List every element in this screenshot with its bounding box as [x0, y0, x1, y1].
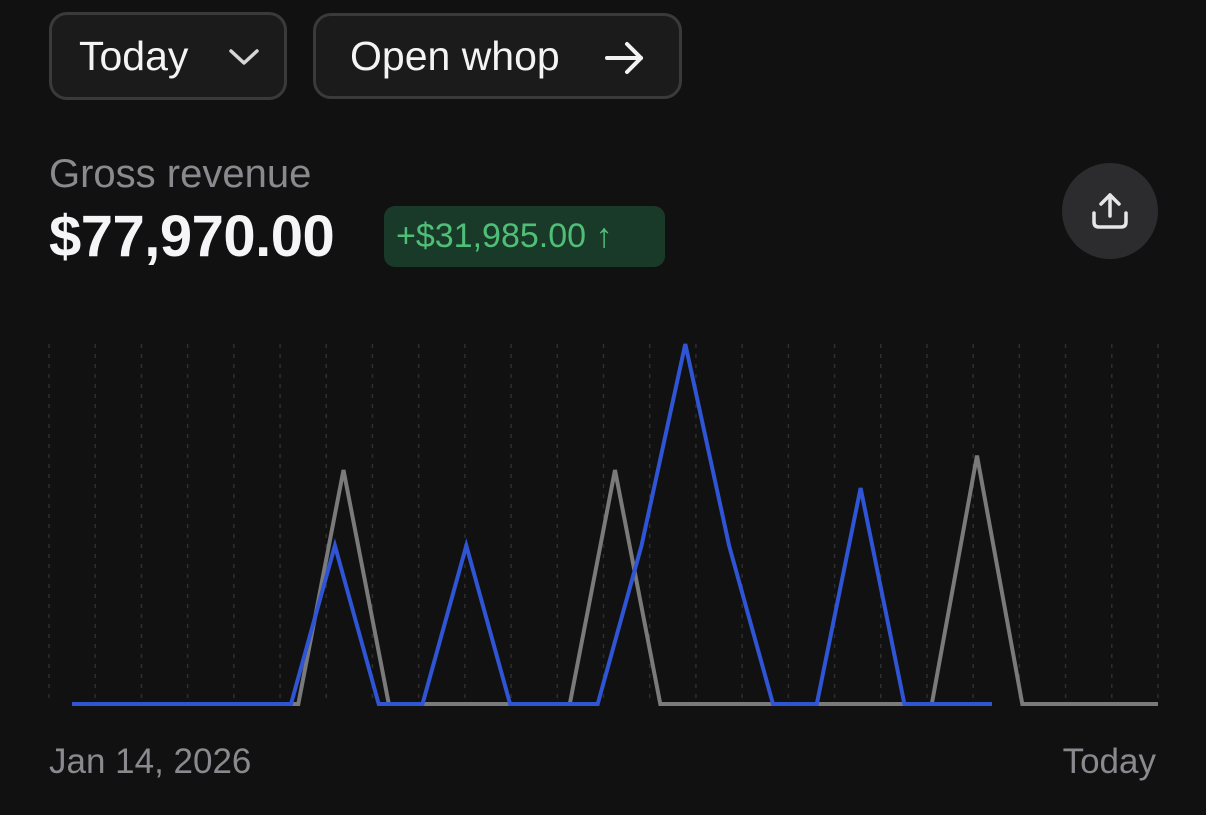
- previous-series-line: [72, 455, 1158, 706]
- share-icon: [1092, 193, 1128, 229]
- metric-value: $77,970.00: [49, 204, 335, 269]
- x-axis-end-label: Today: [1062, 742, 1156, 781]
- open-whop-button[interactable]: Open whop: [313, 13, 682, 99]
- range-label: Today: [79, 32, 189, 79]
- arrow-right-icon: [605, 42, 643, 74]
- delta-text: +$31,985.00 ↑: [396, 217, 613, 255]
- range-dropdown[interactable]: Today: [49, 12, 287, 100]
- open-whop-label: Open whop: [350, 32, 560, 79]
- delta-badge: +$31,985.00 ↑: [384, 206, 665, 267]
- current-series-line: [72, 343, 992, 706]
- share-button[interactable]: [1062, 163, 1158, 259]
- revenue-chart: [48, 343, 1159, 706]
- x-axis-start-label: Jan 14, 2026: [49, 742, 252, 781]
- metric-label: Gross revenue: [49, 152, 312, 196]
- chevron-down-icon: [229, 49, 259, 65]
